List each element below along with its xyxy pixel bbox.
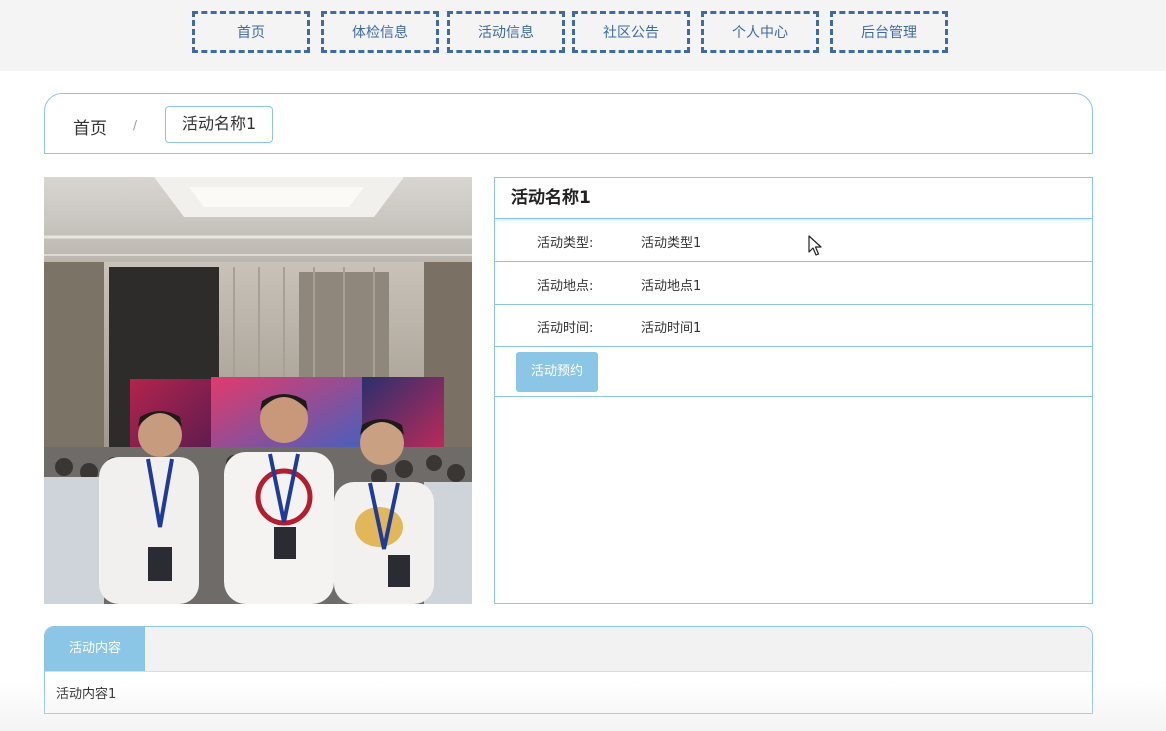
activity-detail-panel: 活动名称1 活动类型: 活动类型1 活动地点: 活动地点1 活动时间: 活动时间…: [494, 177, 1093, 604]
activity-type-value: 活动类型1: [641, 236, 702, 251]
activity-type-label: 活动类型:: [537, 236, 594, 251]
tab-activity-content[interactable]: 活动内容: [45, 627, 145, 671]
activity-location-label: 活动地点:: [537, 279, 594, 294]
activity-time-value: 活动时间1: [641, 321, 702, 336]
breadcrumb-separator: /: [133, 118, 138, 132]
nav-admin[interactable]: 后台管理: [830, 11, 948, 53]
nav-community-notice[interactable]: 社区公告: [572, 11, 690, 53]
reserve-activity-button[interactable]: 活动预约: [516, 352, 598, 392]
nav-health-check-info[interactable]: 体检信息: [321, 11, 439, 53]
activity-time-label: 活动时间:: [537, 321, 594, 336]
nav-home[interactable]: 首页: [192, 11, 310, 53]
activity-location-value: 活动地点1: [641, 279, 702, 294]
mouse-cursor-icon: [808, 235, 822, 256]
activity-title: 活动名称1: [495, 178, 1092, 219]
top-nav: 首页 体检信息 活动信息 社区公告 个人中心 后台管理: [0, 0, 1166, 71]
nav-personal-center[interactable]: 个人中心: [701, 11, 819, 53]
activity-photo: [44, 177, 472, 604]
detail-row-type: 活动类型: 活动类型1: [495, 219, 1092, 262]
detail-row-time: 活动时间: 活动时间1: [495, 304, 1092, 347]
activity-photo-illustration: [44, 177, 472, 604]
content-tab-bar: 活动内容: [45, 627, 1092, 672]
breadcrumb: 首页 / 活动名称1: [44, 93, 1093, 154]
activity-content-panel: 活动内容 活动内容1: [44, 626, 1093, 714]
activity-content-text: 活动内容1: [56, 687, 117, 702]
detail-row-location: 活动地点: 活动地点1: [495, 262, 1092, 305]
detail-action-row: 活动预约: [495, 347, 1092, 397]
breadcrumb-home[interactable]: 首页: [73, 114, 107, 139]
nav-activity-info[interactable]: 活动信息: [447, 11, 565, 53]
breadcrumb-current: 活动名称1: [165, 106, 274, 143]
